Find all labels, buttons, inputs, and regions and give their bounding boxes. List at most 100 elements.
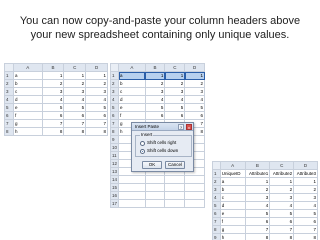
table-cell[interactable]: 3 (164, 87, 186, 96)
table-cell[interactable]: 3 (85, 87, 108, 96)
row-number[interactable]: 7 (109, 119, 120, 128)
table-cell[interactable]: 7 (293, 225, 318, 234)
table-cell[interactable]: 2 (164, 79, 186, 88)
row-number[interactable]: 16 (109, 191, 120, 200)
table-cell[interactable]: c (118, 87, 146, 96)
table-cell[interactable]: 2 (244, 185, 271, 194)
select-all-corner[interactable] (212, 161, 221, 170)
radio-unselected-icon[interactable] (140, 140, 145, 146)
table-cell[interactable] (144, 199, 166, 208)
row-number[interactable]: 10 (109, 143, 120, 152)
table-cell[interactable]: c (12, 87, 43, 96)
column-header-b[interactable]: B (244, 161, 271, 170)
table-cell[interactable]: b (118, 79, 146, 88)
table-cell[interactable]: 8 (293, 233, 318, 240)
table-cell[interactable]: f (219, 217, 246, 226)
table-cell[interactable]: 1 (244, 177, 271, 186)
table-cell[interactable]: 1 (41, 71, 65, 80)
table-cell[interactable]: 8 (63, 127, 87, 136)
row-number[interactable]: 6 (212, 209, 221, 218)
column-header-d[interactable]: D (184, 63, 205, 72)
table-cell[interactable]: 8 (85, 127, 108, 136)
table-cell[interactable]: 3 (184, 87, 205, 96)
row-number[interactable]: 13 (109, 167, 120, 176)
column-header-a[interactable]: A (118, 63, 146, 72)
table-cell[interactable]: 4 (244, 201, 271, 210)
table-cell[interactable]: 5 (244, 209, 271, 218)
table-cell[interactable]: 5 (144, 103, 166, 112)
table-cell[interactable] (118, 183, 146, 192)
table-cell[interactable]: 2 (144, 79, 166, 88)
table-cell[interactable]: 5 (269, 209, 295, 218)
radio-selected-icon[interactable] (140, 148, 145, 154)
table-cell[interactable]: 1 (293, 177, 318, 186)
table-cell[interactable]: b (12, 79, 43, 88)
table-cell[interactable]: 4 (184, 95, 205, 104)
table-cell[interactable]: d (219, 201, 246, 210)
table-cell[interactable]: 1 (85, 71, 108, 80)
table-cell[interactable]: f (12, 111, 43, 120)
table-cell[interactable]: h (219, 233, 246, 240)
table-cell[interactable]: 2 (63, 79, 87, 88)
row-number[interactable]: 9 (212, 233, 221, 240)
row-number[interactable]: 14 (109, 175, 120, 184)
table-cell[interactable]: 4 (63, 95, 87, 104)
table-cell[interactable]: a (118, 71, 146, 80)
table-cell[interactable]: 8 (269, 233, 295, 240)
table-cell[interactable]: b (219, 185, 246, 194)
row-number[interactable]: 7 (4, 119, 14, 128)
row-number[interactable]: 6 (109, 111, 120, 120)
row-number[interactable]: 5 (4, 103, 14, 112)
table-cell[interactable]: 1 (144, 71, 166, 80)
table-cell[interactable] (184, 191, 205, 200)
table-cell[interactable]: e (118, 103, 146, 112)
column-header-a[interactable]: A (219, 161, 246, 170)
row-number[interactable]: 17 (109, 199, 120, 208)
table-cell[interactable]: e (219, 209, 246, 218)
column-header-c[interactable]: C (269, 161, 295, 170)
table-cell[interactable]: 6 (184, 111, 205, 120)
table-cell[interactable]: 4 (41, 95, 65, 104)
table-cell[interactable]: 8 (41, 127, 65, 136)
table-cell[interactable]: a (219, 177, 246, 186)
table-cell[interactable]: 3 (269, 193, 295, 202)
table-cell[interactable]: 7 (63, 119, 87, 128)
table-cell[interactable]: 6 (85, 111, 108, 120)
row-number[interactable]: 3 (212, 185, 221, 194)
table-cell[interactable]: g (219, 225, 246, 234)
row-number[interactable]: 8 (109, 127, 120, 136)
row-number[interactable]: 1 (4, 71, 14, 80)
row-number[interactable]: 3 (4, 87, 14, 96)
table-cell[interactable]: 2 (41, 79, 65, 88)
table-cell[interactable]: 7 (269, 225, 295, 234)
table-cell[interactable]: 4 (164, 95, 186, 104)
column-header-a[interactable]: A (12, 63, 43, 72)
table-cell[interactable] (164, 175, 186, 184)
select-all-corner[interactable] (109, 63, 120, 72)
row-number[interactable]: 2 (109, 79, 120, 88)
table-cell[interactable]: 2 (184, 79, 205, 88)
table-cell[interactable]: c (219, 193, 246, 202)
table-cell[interactable] (118, 191, 146, 200)
table-cell[interactable]: 2 (85, 79, 108, 88)
table-cell[interactable]: 3 (63, 87, 87, 96)
help-icon[interactable]: ? (178, 124, 184, 130)
row-number[interactable]: 2 (212, 177, 221, 186)
row-number[interactable]: 6 (4, 111, 14, 120)
column-header-c[interactable]: C (63, 63, 87, 72)
row-number[interactable]: 5 (212, 201, 221, 210)
table-cell[interactable]: 3 (144, 87, 166, 96)
table-cell[interactable]: UniqueID (219, 169, 246, 178)
table-cell[interactable]: 5 (293, 209, 318, 218)
table-cell[interactable]: 3 (293, 193, 318, 202)
select-all-corner[interactable] (4, 63, 14, 72)
table-cell[interactable]: 1 (269, 177, 295, 186)
table-cell[interactable]: 2 (269, 185, 295, 194)
table-cell[interactable]: 3 (244, 193, 271, 202)
table-cell[interactable]: 5 (85, 103, 108, 112)
table-cell[interactable]: f (118, 111, 146, 120)
table-cell[interactable] (164, 191, 186, 200)
table-cell[interactable] (144, 183, 166, 192)
shift-cells-down-option[interactable]: Shift cells down (140, 148, 178, 154)
row-number[interactable]: 1 (109, 71, 120, 80)
